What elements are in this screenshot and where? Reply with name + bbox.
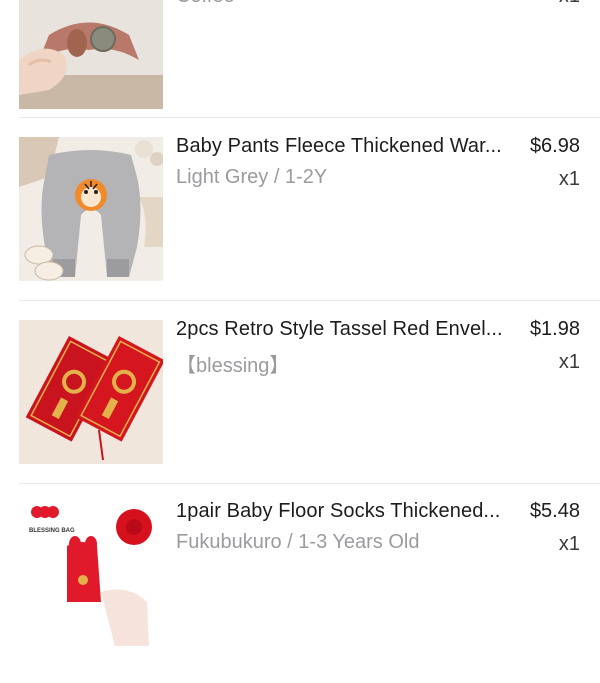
quantity-label: x1 [558,168,580,190]
divider [19,483,600,484]
variant-label[interactable]: Fukubukuro / 1-3 Years Old [176,531,419,554]
cart-item[interactable]: Baby Pants Fleece Thickened War... $6.98… [0,135,600,318]
product-image-baby-pants[interactable] [19,137,163,281]
cart-item[interactable]: 2pcs Retro Style Tassel Red Envel... $1.… [0,318,600,501]
product-title[interactable]: 2pcs Retro Style Tassel Red Envel... [176,318,503,341]
price-label: $6.98 [529,135,580,157]
cart-item[interactable]: Coffee x1 [0,0,600,148]
variant-label: Coffee [176,0,235,8]
price-label: $1.98 [529,318,580,340]
cart-item[interactable]: BLESSING BAG 1pair Baby Floor Socks Thic… [0,500,600,683]
product-title[interactable]: Baby Pants Fleece Thickened War... [176,135,502,158]
quantity-label: x1 [558,533,580,555]
divider [19,300,600,301]
quantity-label: x1 [558,351,580,373]
product-image-baby-socks[interactable]: BLESSING BAG [19,502,163,646]
quantity-label: x1 [559,0,580,8]
product-image-red-envelope[interactable] [19,320,163,464]
product-title[interactable]: 1pair Baby Floor Socks Thickened... [176,500,500,523]
variant-label[interactable]: 【blessing】 [176,349,289,378]
product-image-hair-claw[interactable] [19,0,163,109]
price-label: $5.48 [529,500,580,522]
variant-label[interactable]: Light Grey / 1-2Y [176,166,327,189]
blessing-bag-logo: BLESSING BAG [29,528,75,534]
divider [19,117,600,118]
